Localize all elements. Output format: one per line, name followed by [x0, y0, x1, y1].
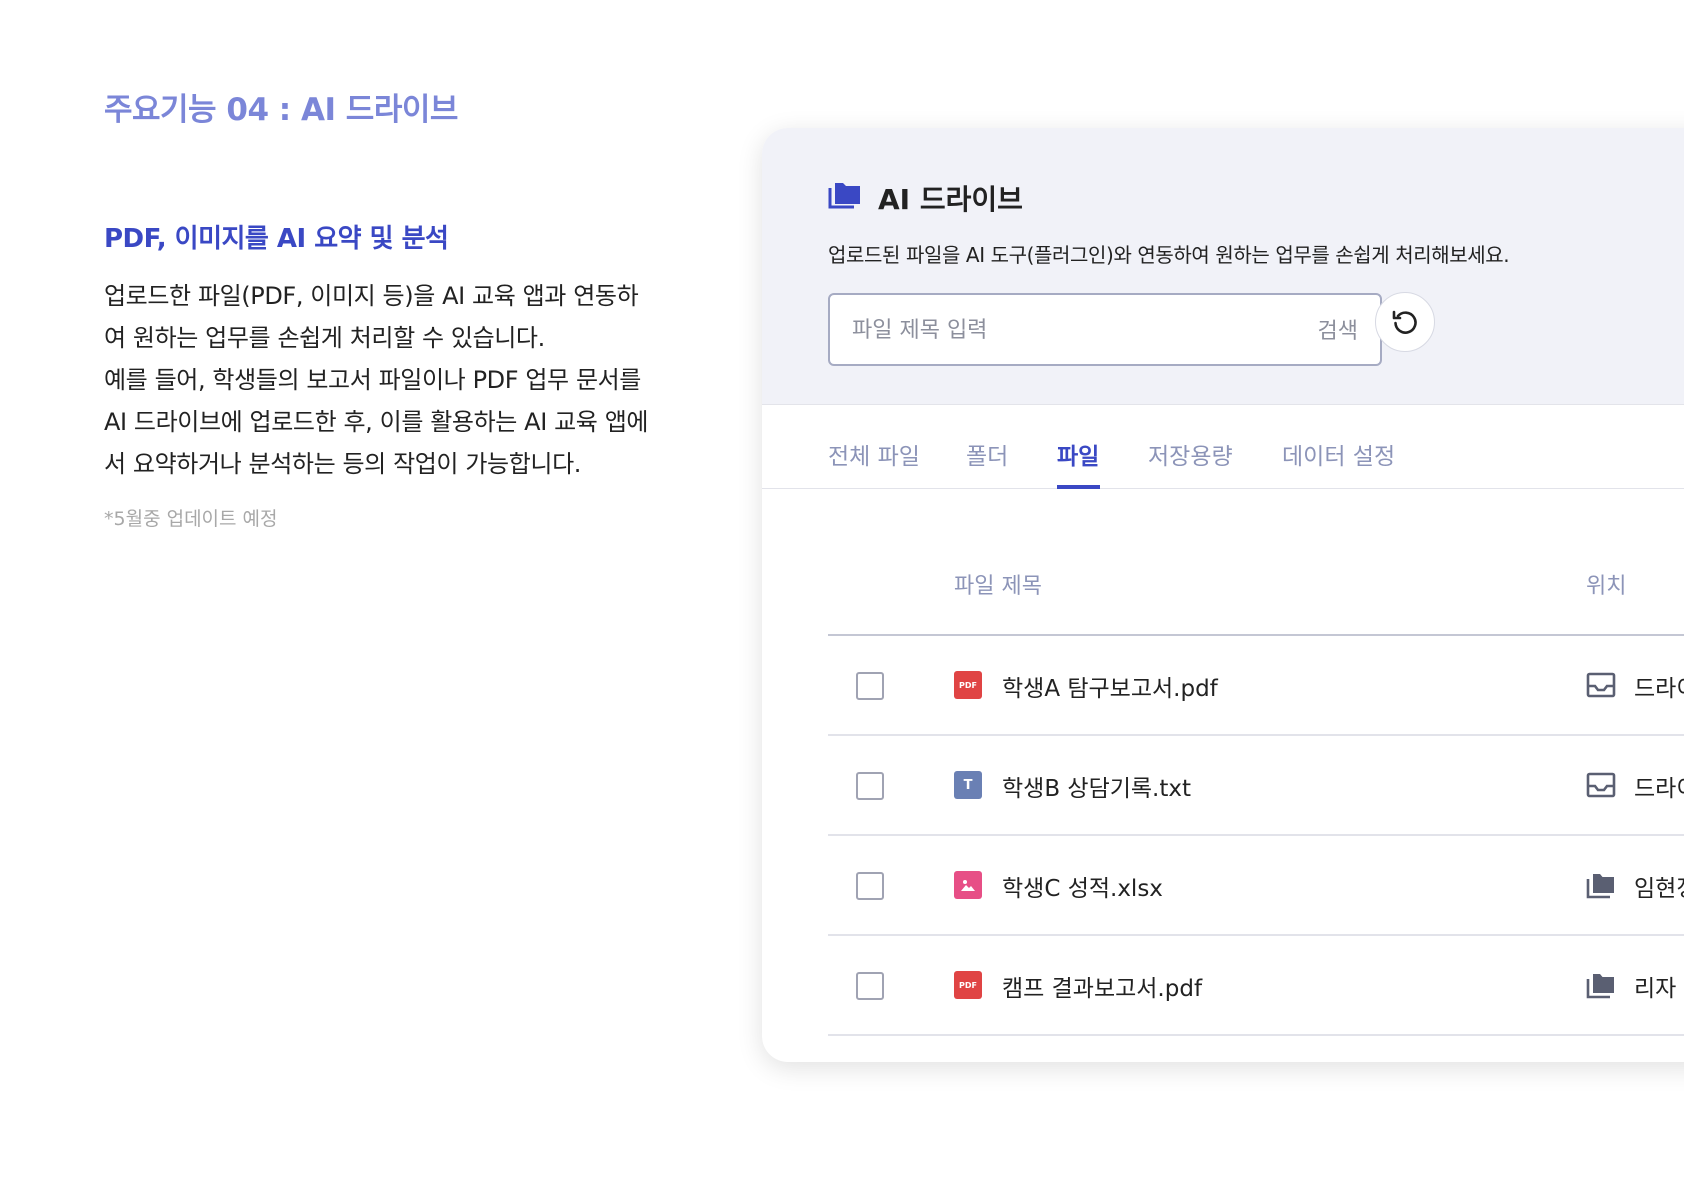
- update-note: *5월중 업데이트 예정: [104, 508, 278, 530]
- tab-all-files[interactable]: 전체 파일: [828, 437, 920, 471]
- pdf-icon: PDF: [954, 971, 982, 999]
- file-name[interactable]: 캠프 결과보고서.pdf: [1002, 969, 1202, 1003]
- search-input[interactable]: [852, 311, 1272, 349]
- table-row[interactable]: T 학생B 상담기록.txt 드라이브: [828, 736, 1684, 836]
- feature-description-line: 여 원하는 업무를 손쉽게 처리할 수 있습니다.: [104, 324, 545, 352]
- tab-storage[interactable]: 저장용량: [1148, 437, 1233, 471]
- row-checkbox[interactable]: [856, 972, 884, 1000]
- row-checkbox[interactable]: [856, 672, 884, 700]
- tab-folders[interactable]: 폴더: [966, 437, 1008, 471]
- search-box: 검색: [828, 293, 1382, 366]
- table-row[interactable]: 학생C 성적.xlsx 임현정: [828, 836, 1684, 936]
- table-header: 파일 제목 위치: [828, 532, 1684, 636]
- image-glyph-icon: [961, 880, 975, 891]
- inbox-icon: [1586, 772, 1616, 798]
- ai-drive-panel: AI 드라이브 업로드된 파일을 AI 도구(플러그인)와 연동하여 원하는 업…: [762, 128, 1684, 1062]
- file-location: 드라이브: [1634, 676, 1684, 702]
- active-tab-indicator: [1057, 485, 1100, 489]
- table-row[interactable]: PDF 학생A 탐구보고서.pdf 드라이브: [828, 636, 1684, 736]
- file-location: 리자: [1634, 976, 1677, 1002]
- row-checkbox[interactable]: [856, 872, 884, 900]
- folders-icon: [828, 183, 860, 209]
- file-name[interactable]: 학생C 성적.xlsx: [1002, 869, 1163, 903]
- feature-description-line: AI 드라이브에 업로드한 후, 이를 활용하는 AI 교육 앱에: [104, 408, 649, 436]
- file-name[interactable]: 학생B 상담기록.txt: [1002, 769, 1191, 803]
- drive-subtitle: 업로드된 파일을 AI 도구(플러그인)와 연동하여 원하는 업무를 손쉽게 처…: [828, 243, 1510, 267]
- search-button[interactable]: 검색: [1318, 313, 1358, 345]
- file-table: 파일 제목 위치 PDF 학생A 탐구보고서.pdf 드라이브 T 학생B 상담…: [828, 532, 1684, 1036]
- file-location: 임현정: [1634, 876, 1684, 902]
- feature-description-line: 서 요약하거나 분석하는 등의 작업이 가능합니다.: [104, 450, 581, 478]
- image-icon: [954, 871, 982, 899]
- feature-description-line: 예를 들어, 학생들의 보고서 파일이나 PDF 업무 문서를: [104, 366, 641, 394]
- inbox-icon: [1586, 672, 1616, 698]
- txt-icon: T: [954, 771, 982, 799]
- feature-heading: PDF, 이미지를 AI 요약 및 분석: [104, 224, 449, 254]
- tab-bar: 전체 파일 폴더 파일 저장용량 데이터 설정: [762, 405, 1684, 489]
- section-title: 주요기능 04 : AI 드라이브: [104, 92, 458, 128]
- folder-icon: [1586, 974, 1614, 999]
- refresh-button[interactable]: [1375, 292, 1435, 352]
- tab-files[interactable]: 파일: [1057, 437, 1099, 471]
- tab-data-settings[interactable]: 데이터 설정: [1282, 437, 1395, 471]
- column-header-title[interactable]: 파일 제목: [954, 568, 1042, 600]
- row-checkbox[interactable]: [856, 772, 884, 800]
- panel-header: AI 드라이브 업로드된 파일을 AI 도구(플러그인)와 연동하여 원하는 업…: [762, 128, 1684, 405]
- folder-icon: [1586, 874, 1614, 899]
- pdf-icon: PDF: [954, 671, 982, 699]
- file-name[interactable]: 학생A 탐구보고서.pdf: [1002, 669, 1218, 703]
- feature-description-line: 업로드한 파일(PDF, 이미지 등)을 AI 교육 앱과 연동하: [104, 282, 639, 310]
- column-header-location[interactable]: 위치: [1586, 568, 1626, 600]
- drive-title: AI 드라이브: [878, 183, 1023, 216]
- refresh-icon: [1392, 310, 1417, 334]
- file-location: 드라이브: [1634, 776, 1684, 802]
- table-row[interactable]: PDF 캠프 결과보고서.pdf 리자: [828, 936, 1684, 1036]
- feature-description: 업로드한 파일(PDF, 이미지 등)을 AI 교육 앱과 연동하 여 원하는 …: [104, 275, 704, 485]
